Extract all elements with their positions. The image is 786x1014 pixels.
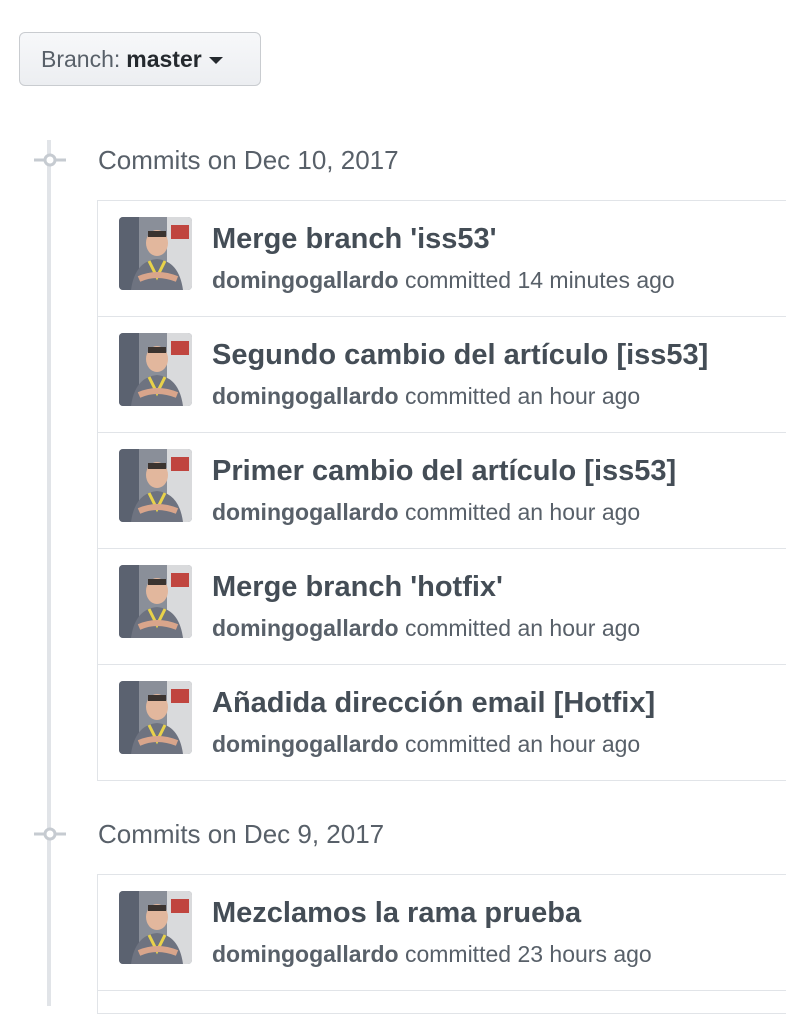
- commit-row: Merge branch 'hotfix' domingogallardo co…: [98, 549, 786, 665]
- timeline-line: [47, 140, 51, 1006]
- commit-verb: committed: [404, 731, 512, 757]
- commit-author-link[interactable]: domingogallardo: [212, 731, 399, 757]
- commit-author-link[interactable]: domingogallardo: [212, 499, 399, 525]
- git-commit-icon: [34, 827, 66, 841]
- commit-row: Segundo cambio del artículo [iss53] domi…: [98, 317, 786, 433]
- commit-meta: domingogallardo committed an hour ago: [212, 383, 640, 410]
- branch-name: master: [126, 45, 202, 72]
- commit-list: Merge branch 'iss53' domingogallardo com…: [97, 200, 786, 781]
- commit-row: Primer cambio del artículo [iss53] domin…: [98, 433, 786, 549]
- avatar[interactable]: [119, 891, 192, 964]
- commit-message-link[interactable]: Mezclamos la rama prueba: [212, 897, 581, 930]
- commit-message-link[interactable]: Merge branch 'iss53': [212, 223, 497, 256]
- commit-verb: committed: [404, 383, 512, 409]
- commit-group-header: Commits on Dec 10, 2017: [0, 140, 786, 180]
- avatar[interactable]: [119, 449, 192, 522]
- commit-verb: committed: [404, 499, 512, 525]
- commit-verb: committed: [404, 267, 512, 293]
- commit-group-header: Commits on Dec 9, 2017: [0, 814, 786, 854]
- commit-row: Merge branch 'iss53' domingogallardo com…: [98, 201, 786, 317]
- commit-message-link[interactable]: Primer cambio del artículo [iss53]: [212, 455, 676, 488]
- commit-meta: domingogallardo committed 23 hours ago: [212, 941, 652, 968]
- avatar[interactable]: [119, 565, 192, 638]
- commit-time: an hour ago: [517, 383, 641, 409]
- commit-group: Commits on Dec 9, 2017: [0, 814, 786, 854]
- commit-list: Mezclamos la rama prueba domingogallardo…: [97, 874, 786, 1014]
- commit-meta: domingogallardo committed 14 minutes ago: [212, 267, 675, 294]
- commit-meta: domingogallardo committed an hour ago: [212, 499, 640, 526]
- commit-time: an hour ago: [517, 731, 641, 757]
- commit-time: an hour ago: [517, 615, 641, 641]
- commit-time: 14 minutes ago: [517, 267, 675, 293]
- commit-group: Commits on Dec 10, 2017: [0, 140, 786, 180]
- caret-down-icon: [208, 56, 223, 64]
- commit-verb: committed: [404, 941, 512, 967]
- commit-meta: domingogallardo committed an hour ago: [212, 731, 640, 758]
- commit-message-link[interactable]: Merge branch 'hotfix': [212, 571, 503, 604]
- commit-group-title: Commits on Dec 10, 2017: [98, 144, 399, 175]
- commit-time: an hour ago: [517, 499, 641, 525]
- commit-time: 23 hours ago: [517, 941, 652, 967]
- git-commit-icon: [34, 153, 66, 167]
- avatar[interactable]: [119, 217, 192, 290]
- commit-row: Añadida dirección email [Hotfix] domingo…: [98, 665, 786, 781]
- branch-label: Branch:: [41, 45, 121, 72]
- commit-group-title: Commits on Dec 9, 2017: [98, 818, 385, 849]
- commit-row: Mezclamos la rama prueba domingogallardo…: [98, 875, 786, 991]
- commit-author-link[interactable]: domingogallardo: [212, 615, 399, 641]
- commit-verb: committed: [404, 615, 512, 641]
- commit-meta: domingogallardo committed an hour ago: [212, 615, 640, 642]
- commit-author-link[interactable]: domingogallardo: [212, 267, 399, 293]
- commit-author-link[interactable]: domingogallardo: [212, 941, 399, 967]
- commit-message-link[interactable]: Añadida dirección email [Hotfix]: [212, 687, 655, 720]
- branch-selector-button[interactable]: Branch: master: [19, 32, 261, 86]
- avatar[interactable]: [119, 681, 192, 754]
- commit-message-link[interactable]: Segundo cambio del artículo [iss53]: [212, 339, 708, 372]
- commit-author-link[interactable]: domingogallardo: [212, 383, 399, 409]
- avatar[interactable]: [119, 333, 192, 406]
